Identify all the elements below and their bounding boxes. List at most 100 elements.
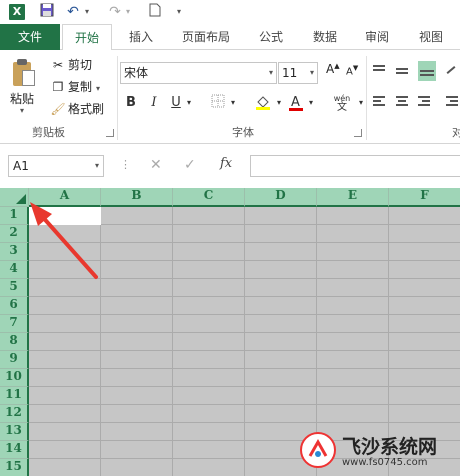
underline-button[interactable]: U <box>170 94 182 112</box>
chevron-down-icon: ▾ <box>309 68 314 77</box>
select-all-triangle-icon <box>16 194 26 204</box>
gridline <box>29 404 460 405</box>
font-color-dropdown-icon[interactable]: ▾ <box>306 94 316 112</box>
formula-bar-grip[interactable]: ⋮ <box>120 158 131 171</box>
format-painter-button[interactable]: 🖌 格式刷 <box>50 100 104 118</box>
row-header-6[interactable]: 6 <box>0 297 29 315</box>
customize-quick-access-icon[interactable]: ▾ <box>174 3 184 21</box>
alignment-group-label: 对 <box>452 126 460 139</box>
row-header-14[interactable]: 14 <box>0 441 29 459</box>
row-header-9[interactable]: 9 <box>0 351 29 369</box>
group-divider <box>366 56 367 140</box>
font-size-select[interactable]: 11 ▾ <box>278 62 318 84</box>
column-header-f[interactable]: F <box>389 188 460 207</box>
format-painter-label: 格式刷 <box>68 102 105 116</box>
row-header-7[interactable]: 7 <box>0 315 29 333</box>
gridline <box>29 368 460 369</box>
bold-button[interactable]: B <box>124 94 138 112</box>
new-document-icon[interactable] <box>148 3 162 21</box>
active-cell-a1[interactable] <box>29 207 101 225</box>
save-icon[interactable] <box>38 3 56 21</box>
gridline <box>29 422 460 423</box>
clipboard-launcher-icon[interactable] <box>106 129 114 137</box>
ribbon-tabs: 文件 开始 插入 页面布局 公式 数据 审阅 视图 <box>0 24 460 51</box>
font-color-button[interactable]: A <box>288 94 304 112</box>
formula-input[interactable] <box>250 155 460 177</box>
font-name-select[interactable]: 宋体 ▾ <box>120 62 277 84</box>
redo-icon[interactable]: ↷ <box>108 3 122 21</box>
select-all-button[interactable] <box>0 188 29 207</box>
tab-data[interactable]: 数据 <box>302 24 348 50</box>
redo-dropdown-icon[interactable]: ▾ <box>123 3 133 21</box>
tab-home[interactable]: 开始 <box>62 24 112 51</box>
row-header-13[interactable]: 13 <box>0 423 29 441</box>
copy-button[interactable]: ❐ 复制 ▾ <box>50 78 100 96</box>
phonetic-dropdown-icon[interactable]: ▾ <box>356 94 366 112</box>
undo-dropdown-icon[interactable]: ▾ <box>82 3 92 21</box>
gridline <box>29 278 460 279</box>
decrease-font-size-button[interactable]: A▼ <box>346 64 358 77</box>
column-header-c[interactable]: C <box>173 188 245 207</box>
middle-align-button[interactable] <box>396 63 412 79</box>
cut-button[interactable]: ✂ 剪切 <box>50 56 92 74</box>
row-header-8[interactable]: 8 <box>0 333 29 351</box>
font-size-value: 11 <box>282 66 298 80</box>
row-header-4[interactable]: 4 <box>0 261 29 279</box>
column-header-d[interactable]: D <box>245 188 317 207</box>
paste-icon <box>11 58 37 88</box>
name-box[interactable]: A1 ▾ <box>8 155 104 177</box>
row-header-12[interactable]: 12 <box>0 405 29 423</box>
increase-font-size-button[interactable]: A▲ <box>326 62 340 76</box>
chevron-down-icon: ▾ <box>94 161 99 170</box>
undo-icon[interactable]: ↶ <box>66 3 80 21</box>
row-header-10[interactable]: 10 <box>0 369 29 387</box>
gridline <box>100 207 101 476</box>
tab-view[interactable]: 视图 <box>408 24 454 50</box>
row-header-2[interactable]: 2 <box>0 225 29 243</box>
bottom-align-button[interactable] <box>418 61 436 81</box>
tab-page-layout[interactable]: 页面布局 <box>172 24 240 50</box>
row-header-5[interactable]: 5 <box>0 279 29 297</box>
align-right-button[interactable] <box>418 94 434 110</box>
top-align-button[interactable] <box>373 63 389 79</box>
borders-dropdown-icon[interactable]: ▾ <box>228 94 238 112</box>
font-launcher-icon[interactable] <box>354 129 362 137</box>
gridline <box>29 386 460 387</box>
insert-function-button[interactable]: fx <box>220 156 232 171</box>
clipboard-group-label: 剪贴板 <box>32 126 65 139</box>
tab-insert[interactable]: 插入 <box>118 24 164 50</box>
decrease-indent-button[interactable] <box>446 94 460 110</box>
cut-label: 剪切 <box>68 58 93 72</box>
row-header-3[interactable]: 3 <box>0 243 29 261</box>
fill-color-dropdown-icon[interactable]: ▾ <box>274 94 284 112</box>
borders-button[interactable] <box>210 94 226 112</box>
gridline <box>29 350 460 351</box>
font-group-label: 字体 <box>232 126 254 139</box>
column-header-b[interactable]: B <box>101 188 173 207</box>
paste-dropdown-icon[interactable]: ▾ <box>20 106 24 115</box>
font-color-icon: A <box>289 95 303 111</box>
phonetic-button[interactable]: wén 文 <box>330 94 354 113</box>
underline-dropdown-icon[interactable]: ▾ <box>184 94 194 112</box>
row-header-15[interactable]: 15 <box>0 459 29 476</box>
tab-file[interactable]: 文件 <box>0 24 60 50</box>
tab-review[interactable]: 审阅 <box>354 24 400 50</box>
tab-formulas[interactable]: 公式 <box>248 24 294 50</box>
orientation-button[interactable] <box>446 63 460 79</box>
enter-icon[interactable]: ✓ <box>184 157 196 173</box>
copy-label: 复制 <box>68 80 93 94</box>
row-header-11[interactable]: 11 <box>0 387 29 405</box>
column-header-e[interactable]: E <box>317 188 389 207</box>
cancel-icon[interactable]: ✕ <box>150 157 162 173</box>
italic-button[interactable]: I <box>148 94 160 112</box>
copy-dropdown-icon[interactable]: ▾ <box>96 84 100 93</box>
name-box-value: A1 <box>13 159 29 173</box>
watermark-logo-icon <box>300 432 336 468</box>
row-header-1[interactable]: 1 <box>0 207 29 225</box>
column-header-a[interactable]: A <box>29 188 101 207</box>
fill-color-button[interactable] <box>254 94 272 112</box>
watermark-url: www.fs0745.com <box>342 457 428 468</box>
align-left-button[interactable] <box>373 94 389 110</box>
fill-bucket-icon <box>256 96 270 110</box>
align-center-button[interactable] <box>396 94 412 110</box>
